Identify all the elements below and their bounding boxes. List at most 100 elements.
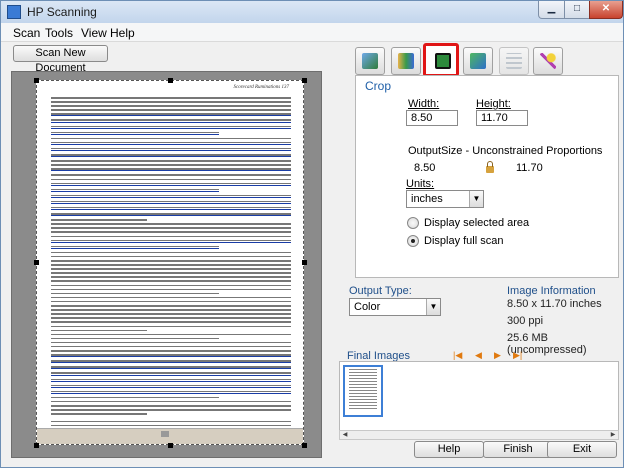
sliders-icon [506, 53, 522, 69]
underline-mark [51, 190, 219, 192]
thumbnail-text-line [349, 375, 377, 376]
exit-button[interactable]: Exit [547, 441, 617, 458]
menu-help[interactable]: Help [110, 26, 135, 40]
underline-mark [51, 374, 291, 376]
underline-mark [51, 209, 291, 211]
resize-icon [470, 53, 486, 69]
text-line [51, 424, 291, 427]
scanned-page[interactable]: Scorecard Ruminations 137 [36, 80, 304, 445]
units-label: Units: [406, 178, 435, 190]
width-input[interactable]: 8.50 [406, 110, 458, 126]
underline-mark [51, 127, 291, 129]
output-size-label: OutputSize - Unconstrained Proportions [408, 145, 603, 157]
adjust-sliders-tool-button[interactable] [499, 47, 529, 75]
crop-handle-middle-right[interactable] [302, 260, 307, 265]
menu-scan[interactable]: Scan [13, 26, 40, 40]
text-line [51, 97, 291, 99]
text-line [51, 405, 291, 407]
final-images-strip [339, 361, 619, 431]
text-line [51, 101, 291, 103]
finish-button[interactable]: Finish [483, 441, 553, 458]
display-selected-area-radio[interactable] [407, 217, 419, 229]
app-icon [7, 5, 21, 19]
underline-mark [51, 362, 291, 364]
minimize-button[interactable]: ▁ [538, 1, 565, 19]
underline-mark [51, 247, 219, 249]
text-line [51, 313, 291, 315]
units-select[interactable]: inches ▼ [406, 190, 484, 208]
thumbnail-text-line [349, 393, 377, 394]
underline-mark [51, 156, 291, 158]
text-line [51, 333, 291, 336]
text-line [51, 235, 291, 238]
thumbnail-text-line [349, 396, 377, 397]
image-file-size: 25.6 MB (uncompressed) [507, 332, 587, 356]
close-button[interactable]: ✕ [589, 1, 623, 19]
chevron-down-icon: ▼ [426, 299, 440, 315]
last-image-icon[interactable]: ▶| [513, 350, 522, 361]
text-line [51, 325, 291, 327]
image-resolution: 300 ppi [507, 315, 544, 327]
chevron-down-icon: ▼ [469, 191, 483, 207]
underline-mark [51, 196, 291, 198]
thumbnail-text-line [349, 387, 377, 388]
output-type-select[interactable]: Color ▼ [349, 298, 441, 316]
crop-handle-middle-left[interactable] [34, 260, 39, 265]
text-line [51, 227, 291, 229]
underline-mark [51, 170, 291, 172]
underline-mark [51, 356, 291, 358]
crop-handle-top-right[interactable] [302, 78, 307, 83]
window-title: HP Scanning [27, 5, 97, 19]
crop-handle-bottom-right[interactable] [302, 443, 307, 448]
text-line [51, 309, 291, 311]
thumbnail-text-line [349, 408, 377, 409]
menu-tools[interactable]: Tools [45, 26, 73, 40]
scan-new-document-button[interactable]: Scan New Document [13, 45, 108, 74]
text-line [51, 137, 291, 140]
crop-handle-top-left[interactable] [34, 78, 39, 83]
scroll-right-icon[interactable]: ▶ [608, 431, 618, 439]
underline-mark [51, 215, 291, 217]
text-line [51, 300, 291, 303]
display-full-scan-radio[interactable] [407, 235, 419, 247]
text-line [51, 231, 291, 233]
output-type-value: Color [354, 301, 381, 313]
crop-tool-button[interactable] [423, 43, 459, 77]
menu-view[interactable]: View [81, 26, 107, 40]
final-image-thumbnail[interactable] [343, 365, 383, 417]
underline-mark [51, 143, 291, 145]
text-line [51, 260, 291, 262]
scan-preview-area[interactable]: Scorecard Ruminations 137 [11, 71, 322, 458]
lock-icon[interactable] [486, 161, 494, 173]
resize-tool-button[interactable] [463, 47, 493, 75]
prev-image-icon[interactable]: ◀ [475, 350, 482, 361]
text-line [51, 160, 291, 162]
magic-wand-tool-button[interactable] [533, 47, 563, 75]
final-images-scrollbar[interactable]: ◀ ▶ [339, 430, 619, 440]
crop-handle-top-center[interactable] [168, 78, 173, 83]
height-input[interactable]: 11.70 [476, 110, 528, 126]
thumbnail-text-line [349, 372, 377, 373]
scan-photo-tool-button[interactable] [355, 47, 385, 75]
units-select-value: inches [411, 193, 443, 205]
scroll-left-icon[interactable]: ◀ [340, 431, 350, 439]
underline-mark [51, 241, 291, 243]
text-line [51, 280, 291, 282]
text-line [51, 251, 291, 254]
first-image-icon[interactable]: |◀ [453, 350, 462, 361]
output-height-value: 11.70 [516, 162, 543, 174]
text-line [51, 400, 291, 403]
crop-handle-bottom-center[interactable] [168, 443, 173, 448]
color-adjust-tool-button[interactable] [391, 47, 421, 75]
thumbnail-text-line [349, 390, 377, 391]
thumbnail-text-line [349, 384, 377, 385]
display-selected-area-label: Display selected area [424, 217, 530, 229]
maximize-button[interactable]: □ [564, 1, 590, 19]
next-image-icon[interactable]: ▶ [494, 350, 501, 361]
text-line [51, 272, 291, 274]
height-label: Height: [476, 98, 511, 110]
help-button[interactable]: Help [414, 441, 484, 458]
underline-mark [51, 386, 291, 388]
crop-handle-bottom-left[interactable] [34, 443, 39, 448]
page-bottom-strip [37, 428, 303, 444]
